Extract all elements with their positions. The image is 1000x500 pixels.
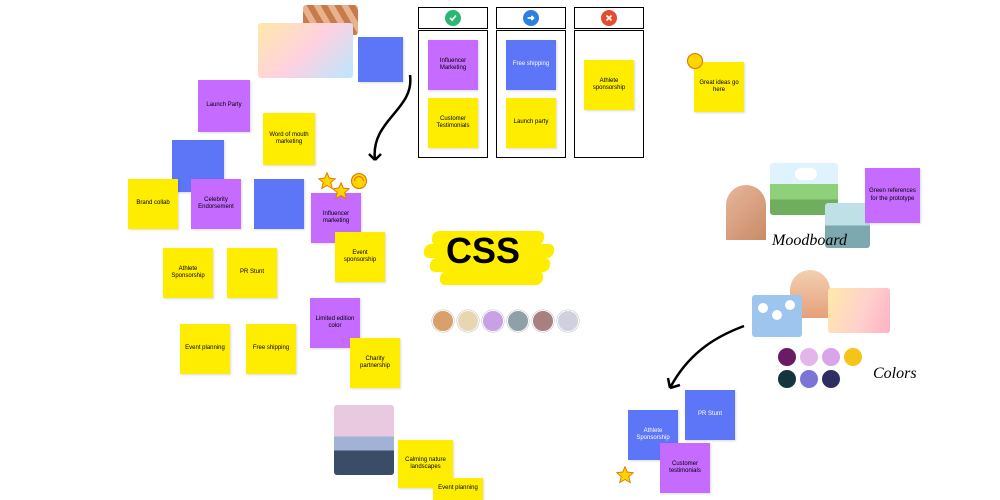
note-text: Celebrity Endorsement xyxy=(195,197,237,211)
check-icon xyxy=(448,13,458,23)
x-icon xyxy=(604,13,614,23)
star-sticker-3[interactable] xyxy=(350,172,368,190)
note-text: Great ideas go here xyxy=(698,80,740,94)
avatar-1[interactable] xyxy=(432,310,454,332)
image-tile-gradient[interactable] xyxy=(258,23,353,78)
arrow-1 xyxy=(360,70,420,170)
whiteboard-canvas[interactable]: Launch Party Word of mouth marketing Bra… xyxy=(0,0,1000,500)
note-text: Free shipping xyxy=(253,345,289,352)
note-text: Athlete Sponsorship xyxy=(167,266,209,280)
note-text: Event planning xyxy=(438,485,478,492)
swatch-4[interactable] xyxy=(844,348,862,366)
note-col1-customer[interactable]: Customer Testimonials xyxy=(428,98,478,148)
note-brand-collab[interactable]: Brand collab xyxy=(128,179,178,229)
note-text: Athlete sponsorship xyxy=(588,78,630,92)
note-text: Launch Party xyxy=(206,102,241,109)
note-word-of-mouth[interactable]: Word of mouth marketing xyxy=(263,113,315,165)
note-green-refs[interactable]: Green references for the prototype xyxy=(865,168,920,223)
note-text: Charity partnership xyxy=(354,356,396,370)
note-customer-2[interactable]: Customer testimonials xyxy=(660,443,710,493)
note-col2-free-shipping[interactable]: Free shipping xyxy=(506,40,556,90)
note-launch-party[interactable]: Launch Party xyxy=(198,80,250,132)
flower-dot-2 xyxy=(772,310,782,320)
note-text: Event sponsorship xyxy=(339,250,381,264)
note-text: Event planning xyxy=(185,345,225,352)
swatch-7[interactable] xyxy=(822,370,840,388)
highlight-stroke-4 xyxy=(439,271,544,285)
avatar-row xyxy=(432,310,579,332)
cloud-icon xyxy=(795,168,817,180)
note-event-sponsorship[interactable]: Event sponsorship xyxy=(335,232,385,282)
avatar-6[interactable] xyxy=(557,310,579,332)
star-sticker-4[interactable] xyxy=(686,52,704,70)
note-text: Limited edition color xyxy=(314,316,356,330)
column-header-reject[interactable] xyxy=(574,7,644,29)
note-text: Calming nature landscapes xyxy=(402,457,449,471)
note-text: Launch party xyxy=(514,119,549,126)
star-sticker-5[interactable] xyxy=(616,466,634,484)
note-free-shipping[interactable]: Free shipping xyxy=(246,324,296,374)
title-css: CSS xyxy=(446,230,520,272)
avatar-5[interactable] xyxy=(532,310,554,332)
label-moodboard: Moodboard xyxy=(772,232,847,250)
flower-dot-1 xyxy=(758,303,768,313)
note-pr-stunt[interactable]: PR Stunt xyxy=(227,248,277,298)
note-text: PR Stunt xyxy=(240,269,264,276)
note-athlete-sponsorship[interactable]: Athlete Sponsorship xyxy=(163,248,213,298)
note-text: Athlete Sponsorship xyxy=(632,428,674,442)
note-col2-launch-party[interactable]: Launch party xyxy=(506,98,556,148)
swatch-6[interactable] xyxy=(800,370,818,388)
swatch-1[interactable] xyxy=(778,348,796,366)
note-celebrity[interactable]: Celebrity Endorsement xyxy=(191,179,241,229)
arrow-right-icon xyxy=(526,13,536,23)
avatar-3[interactable] xyxy=(482,310,504,332)
swatch-3[interactable] xyxy=(822,348,840,366)
column-header-approve[interactable] xyxy=(418,7,488,29)
note-text: Customer testimonials xyxy=(664,461,706,475)
flower-dot-3 xyxy=(785,300,795,310)
avatar-2[interactable] xyxy=(457,310,479,332)
note-col3-athlete[interactable]: Athlete sponsorship xyxy=(584,60,634,110)
note-text: PR Stunt xyxy=(698,411,722,418)
column-header-info[interactable] xyxy=(496,7,566,29)
note-charity[interactable]: Charity partnership xyxy=(350,338,400,388)
swatch-2[interactable] xyxy=(800,348,818,366)
note-empty-blue-3[interactable] xyxy=(254,179,304,229)
note-text: Green references for the prototype xyxy=(869,188,916,202)
note-text: Word of mouth marketing xyxy=(267,132,311,146)
image-leaf[interactable] xyxy=(726,185,766,240)
image-beach[interactable] xyxy=(334,405,394,475)
note-text: Influencer Marketing xyxy=(432,58,474,72)
star-sticker-2[interactable] xyxy=(332,182,350,200)
note-pr-stunt-2[interactable]: PR Stunt xyxy=(685,390,735,440)
arrow-2 xyxy=(660,320,750,400)
note-text: Brand collab xyxy=(136,200,169,207)
note-text: Customer Testimonials xyxy=(432,116,474,130)
note-text: Influencer marketing xyxy=(315,211,357,225)
image-pastel[interactable] xyxy=(828,288,890,333)
note-event-planning-2[interactable]: Event planning xyxy=(433,478,483,500)
avatar-4[interactable] xyxy=(507,310,529,332)
note-text: Free shipping xyxy=(513,61,549,68)
note-col1-influencer[interactable]: Influencer Marketing xyxy=(428,40,478,90)
swatch-5[interactable] xyxy=(778,370,796,388)
label-colors: Colors xyxy=(873,365,917,383)
note-event-planning[interactable]: Event planning xyxy=(180,324,230,374)
